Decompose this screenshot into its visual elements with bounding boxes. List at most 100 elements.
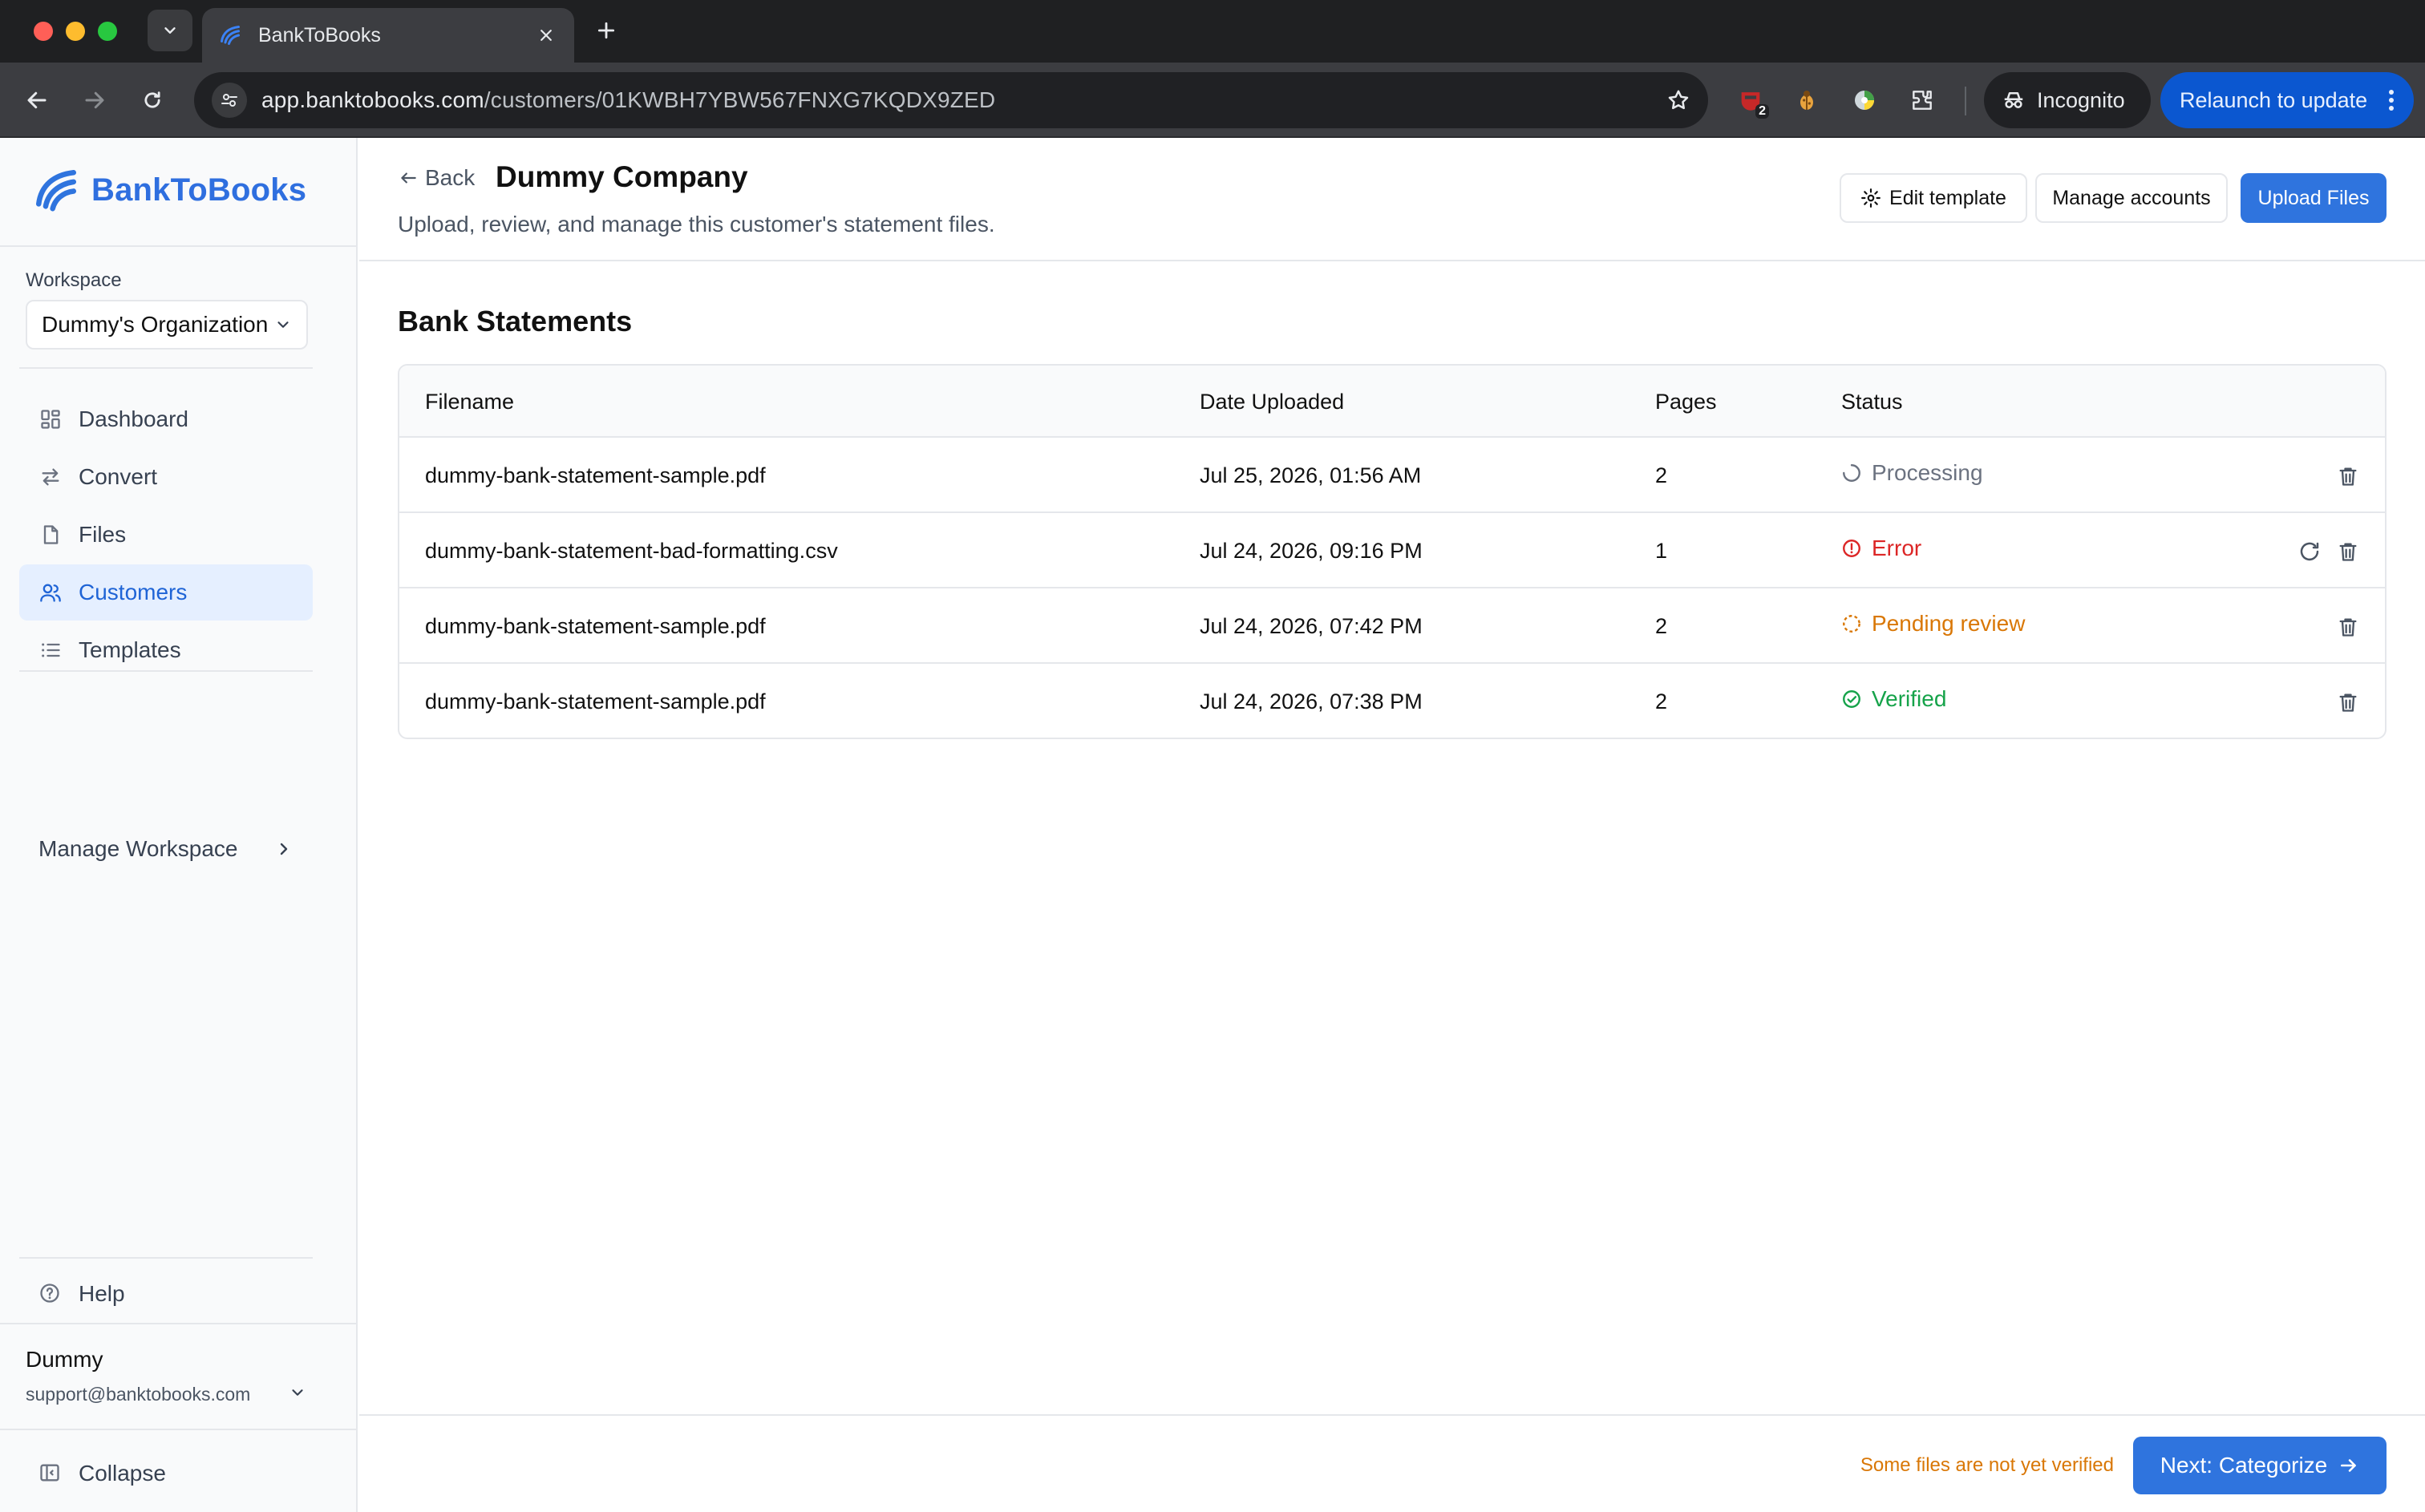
help-link[interactable]: Help [19,1268,313,1320]
address-bar[interactable]: app.banktobooks.com/customers/01KWBH7YBW… [194,72,1708,128]
next-categorize-button[interactable]: Next: Categorize [2133,1437,2387,1494]
browser-toolbar: app.banktobooks.com/customers/01KWBH7YBW… [0,63,2425,138]
next-label: Next: Categorize [2160,1453,2328,1478]
table-row[interactable]: dummy-bank-statement-sample.pdf Jul 24, … [399,588,2385,664]
new-tab-button[interactable] [590,14,622,46]
sidebar-divider [19,367,313,369]
browser-titlebar: BankToBooks [0,0,2425,63]
sidebar-item-label: Dashboard [79,406,188,431]
sidebar-item-convert[interactable]: Convert [19,449,313,505]
sidebar-divider [0,1429,358,1430]
user-menu-chevron-icon[interactable] [289,1384,308,1403]
url-text: app.banktobooks.com/customers/01KWBH7YBW… [261,87,1666,113]
page-subtitle: Upload, review, and manage this customer… [398,212,995,237]
back-link[interactable]: Back [398,165,475,191]
window-zoom-button[interactable] [98,22,117,41]
back-nav-button[interactable] [18,81,56,119]
status-badge: Error [1841,536,1921,561]
manage-workspace-label: Manage Workspace [38,836,238,861]
help-circle-icon [38,1282,63,1306]
statements-table: Filename Date Uploaded Pages Status dumm… [398,364,2387,739]
window-minimize-button[interactable] [66,22,85,41]
users-icon [38,580,63,604]
page-footer: Some files are not yet verified Next: Ca… [359,1414,2425,1512]
pages-cell: 2 [1655,463,1668,487]
delete-icon[interactable] [2332,460,2364,492]
extension-shield-icon[interactable]: 2 [1734,83,1769,119]
dashboard-icon [38,407,63,431]
manage-accounts-button[interactable]: Manage accounts [2035,173,2228,223]
manage-workspace-link[interactable]: Manage Workspace [19,821,313,877]
relaunch-update-button[interactable]: Relaunch to update [2160,72,2414,128]
delete-icon[interactable] [2332,686,2364,718]
arrow-right-icon [85,91,104,109]
pages-cell: 2 [1655,689,1668,714]
sidebar-divider [0,1323,358,1324]
app-logo[interactable]: BankToBooks [32,167,306,213]
extensions-puzzle-icon[interactable] [1905,83,1939,117]
status-label: Error [1872,536,1922,560]
section-title: Bank Statements [398,305,633,338]
bookmark-star-icon[interactable] [1666,88,1690,112]
column-header-filename: Filename [425,390,515,414]
back-label: Back [425,165,476,190]
check-circle-icon [1841,689,1862,710]
extension-color-icon[interactable] [1848,83,1881,117]
sidebar-item-files[interactable]: Files [19,507,313,563]
forward-nav-button[interactable] [75,81,114,119]
banktobooks-favicon-icon [218,22,244,48]
status-badge: Pending review [1841,611,2025,637]
collapse-sidebar-button[interactable]: Collapse [19,1448,313,1499]
extension-bug-icon[interactable] [1790,83,1824,117]
dashed-circle-icon [1841,613,1862,634]
reload-button[interactable] [133,81,172,119]
filename-cell: dummy-bank-statement-bad-formatting.csv [425,539,838,563]
url-path: /customers/01KWBH7YBW567FNXG7KQDX9ZED [484,87,996,112]
incognito-label: Incognito [2037,87,2125,112]
browser-tab[interactable]: BankToBooks [202,8,574,63]
upload-files-button[interactable]: Upload Files [2241,173,2387,223]
sidebar-divider [19,1257,313,1259]
tab-close-icon[interactable] [534,23,558,47]
delete-icon[interactable] [2332,536,2364,568]
site-info-icon[interactable] [212,83,247,118]
edit-template-label: Edit template [1889,186,2006,209]
tab-title: BankToBooks [258,23,381,46]
filename-cell: dummy-bank-statement-sample.pdf [425,463,766,487]
workspace-label: Workspace [26,269,122,291]
plus-icon [597,22,615,39]
collapse-label: Collapse [79,1461,166,1486]
edit-template-button[interactable]: Edit template [1840,173,2027,223]
table-row[interactable]: dummy-bank-statement-bad-formatting.csv … [399,513,2385,588]
tab-search-button[interactable] [148,10,192,51]
gear-icon [1860,188,1881,208]
retry-icon[interactable] [2293,536,2326,568]
arrow-left-icon [398,168,419,188]
incognito-icon [2002,88,2026,112]
delete-icon[interactable] [2332,611,2364,643]
status-badge: Processing [1841,460,1983,486]
date-cell: Jul 24, 2026, 07:38 PM [1200,689,1423,714]
alert-circle-icon [1841,538,1862,559]
extension-badge: 2 [1755,104,1769,119]
reload-icon [144,91,160,108]
chevron-down-icon [277,321,289,328]
sidebar-item-dashboard[interactable]: Dashboard [19,391,313,447]
status-badge: Verified [1841,686,1946,712]
sidebar-divider [0,245,358,247]
status-label: Verified [1872,686,1947,711]
manage-accounts-label: Manage accounts [2052,186,2211,209]
arrow-left-icon [27,91,47,109]
sidebar-item-customers[interactable]: Customers [19,564,313,621]
chevron-right-icon [280,843,288,855]
user-name: Dummy [26,1347,103,1372]
column-header-pages: Pages [1655,390,1717,414]
incognito-indicator[interactable]: Incognito [1984,72,2151,128]
table-row[interactable]: dummy-bank-statement-sample.pdf Jul 25, … [399,438,2385,513]
workspace-select[interactable]: Dummy's Organization [26,300,308,350]
window-close-button[interactable] [34,22,53,41]
date-cell: Jul 25, 2026, 01:56 AM [1200,463,1422,487]
filename-cell: dummy-bank-statement-sample.pdf [425,689,766,714]
table-row[interactable]: dummy-bank-statement-sample.pdf Jul 24, … [399,664,2385,738]
workspace-value: Dummy's Organization [42,312,269,337]
